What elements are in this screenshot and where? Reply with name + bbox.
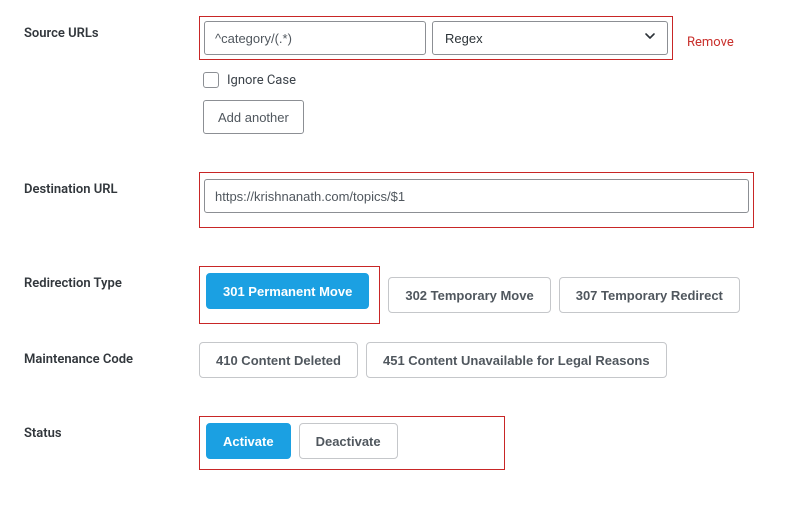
ignore-case-label: Ignore Case	[227, 73, 296, 88]
maintenance-option-451[interactable]: 451 Content Unavailable for Legal Reason…	[366, 342, 667, 378]
redirection-type-label: Redirection Type	[24, 266, 199, 291]
source-urls-highlight: Regex	[199, 16, 673, 60]
status-highlight: Activate Deactivate	[199, 416, 505, 470]
match-type-select[interactable]: Regex	[432, 21, 668, 55]
ignore-case-checkbox[interactable]	[203, 72, 219, 88]
status-activate-button[interactable]: Activate	[206, 423, 291, 459]
redirection-option-307[interactable]: 307 Temporary Redirect	[559, 277, 740, 313]
destination-url-label: Destination URL	[24, 172, 199, 197]
redirection-option-302[interactable]: 302 Temporary Move	[388, 277, 550, 313]
remove-source-link[interactable]: Remove	[687, 35, 734, 50]
source-url-pattern-input[interactable]	[204, 21, 426, 55]
redirection-option-301[interactable]: 301 Permanent Move	[206, 273, 369, 309]
source-urls-label: Source URLs	[24, 16, 199, 41]
maintenance-code-label: Maintenance Code	[24, 342, 199, 367]
destination-url-input[interactable]	[204, 179, 749, 213]
status-deactivate-button[interactable]: Deactivate	[299, 423, 398, 459]
add-another-button[interactable]: Add another	[203, 100, 304, 134]
maintenance-option-410[interactable]: 410 Content Deleted	[199, 342, 358, 378]
redirection-type-highlight: 301 Permanent Move	[199, 266, 380, 324]
destination-highlight	[199, 172, 754, 228]
status-label: Status	[24, 416, 199, 441]
